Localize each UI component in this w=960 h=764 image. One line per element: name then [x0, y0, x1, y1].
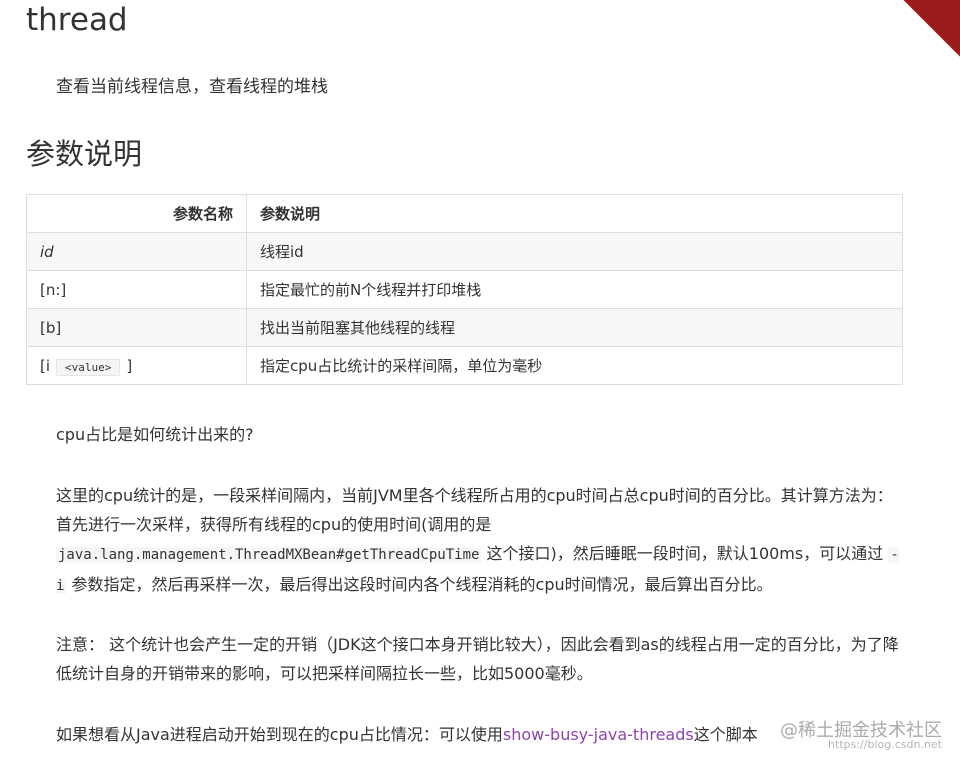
table-row: [n:] 指定最忙的前N个线程并打印堆栈: [26, 270, 903, 309]
watermark-brand: @稀土掘金技术社区: [780, 720, 942, 741]
param-name-code: <value>: [56, 358, 121, 376]
param-name: [n:]: [26, 270, 247, 309]
param-name-suffix: ]: [126, 356, 133, 375]
question-text: cpu占比是如何统计出来的?: [56, 425, 254, 444]
param-desc: 指定最忙的前N个线程并打印堆栈: [246, 270, 903, 309]
paragraph-note: 注意： 这个统计也会产生一定的开销（JDK这个接口本身开销比较大），因此会看到a…: [56, 635, 899, 683]
param-desc: 找出当前阻塞其他线程的线程: [246, 308, 903, 347]
paragraph-text: 这里的cpu统计的是，一段采样间隔内，当前JVM里各个线程所占用的cpu时间占总…: [56, 486, 893, 534]
paragraph-script: 如果想看从Java进程启动开始到现在的cpu占比情况：可以使用show-busy…: [56, 720, 906, 749]
intro-text: 查看当前线程信息，查看线程的堆栈: [56, 77, 328, 97]
params-table: 参数名称 参数说明 id 线程id [n:] 指定最忙的前N个线程并打印堆栈 […: [26, 194, 903, 385]
header-param-name: 参数名称: [26, 194, 247, 233]
param-name: [b]: [26, 308, 247, 347]
param-name-prefix: [i: [40, 356, 51, 375]
table-header-row: 参数名称 参数说明: [26, 194, 903, 233]
show-busy-java-threads-link[interactable]: show-busy-java-threads: [503, 725, 694, 744]
param-name-cell: [i <value>]: [26, 346, 247, 385]
param-name: id: [40, 242, 54, 261]
param-name-cell: id: [26, 232, 247, 271]
paragraph-cpu-stat: 这里的cpu统计的是，一段采样间隔内，当前JVM里各个线程所占用的cpu时间占总…: [56, 481, 906, 601]
paragraph-text: 如果想看从Java进程启动开始到现在的cpu占比情况：可以使用: [56, 725, 503, 744]
paragraph-text: 这个脚本: [693, 725, 758, 744]
table-row: id 线程id: [26, 232, 903, 271]
page-title: thread: [26, 2, 128, 38]
param-desc: 指定cpu占比统计的采样间隔，单位为毫秒: [246, 346, 903, 385]
paragraph-text: 参数指定，然后再采样一次，最后得出这段时间内各个线程消耗的cpu时间情况，最后算…: [66, 575, 773, 594]
watermark: @稀土掘金技术社区 https://blog.csdn.net: [780, 720, 942, 752]
corner-ribbon: [903, 0, 960, 57]
table-row: [b] 找出当前阻塞其他线程的线程: [26, 308, 903, 347]
inline-code-method: java.lang.management.ThreadMXBean#getThr…: [56, 547, 482, 563]
header-param-desc: 参数说明: [246, 194, 903, 233]
section-title: 参数说明: [26, 137, 143, 171]
param-desc: 线程id: [246, 232, 903, 271]
table-row: [i <value>] 指定cpu占比统计的采样间隔，单位为毫秒: [26, 346, 903, 385]
paragraph-text: 这个接口)，然后睡眠一段时间，默认100ms，可以通过: [481, 544, 889, 563]
